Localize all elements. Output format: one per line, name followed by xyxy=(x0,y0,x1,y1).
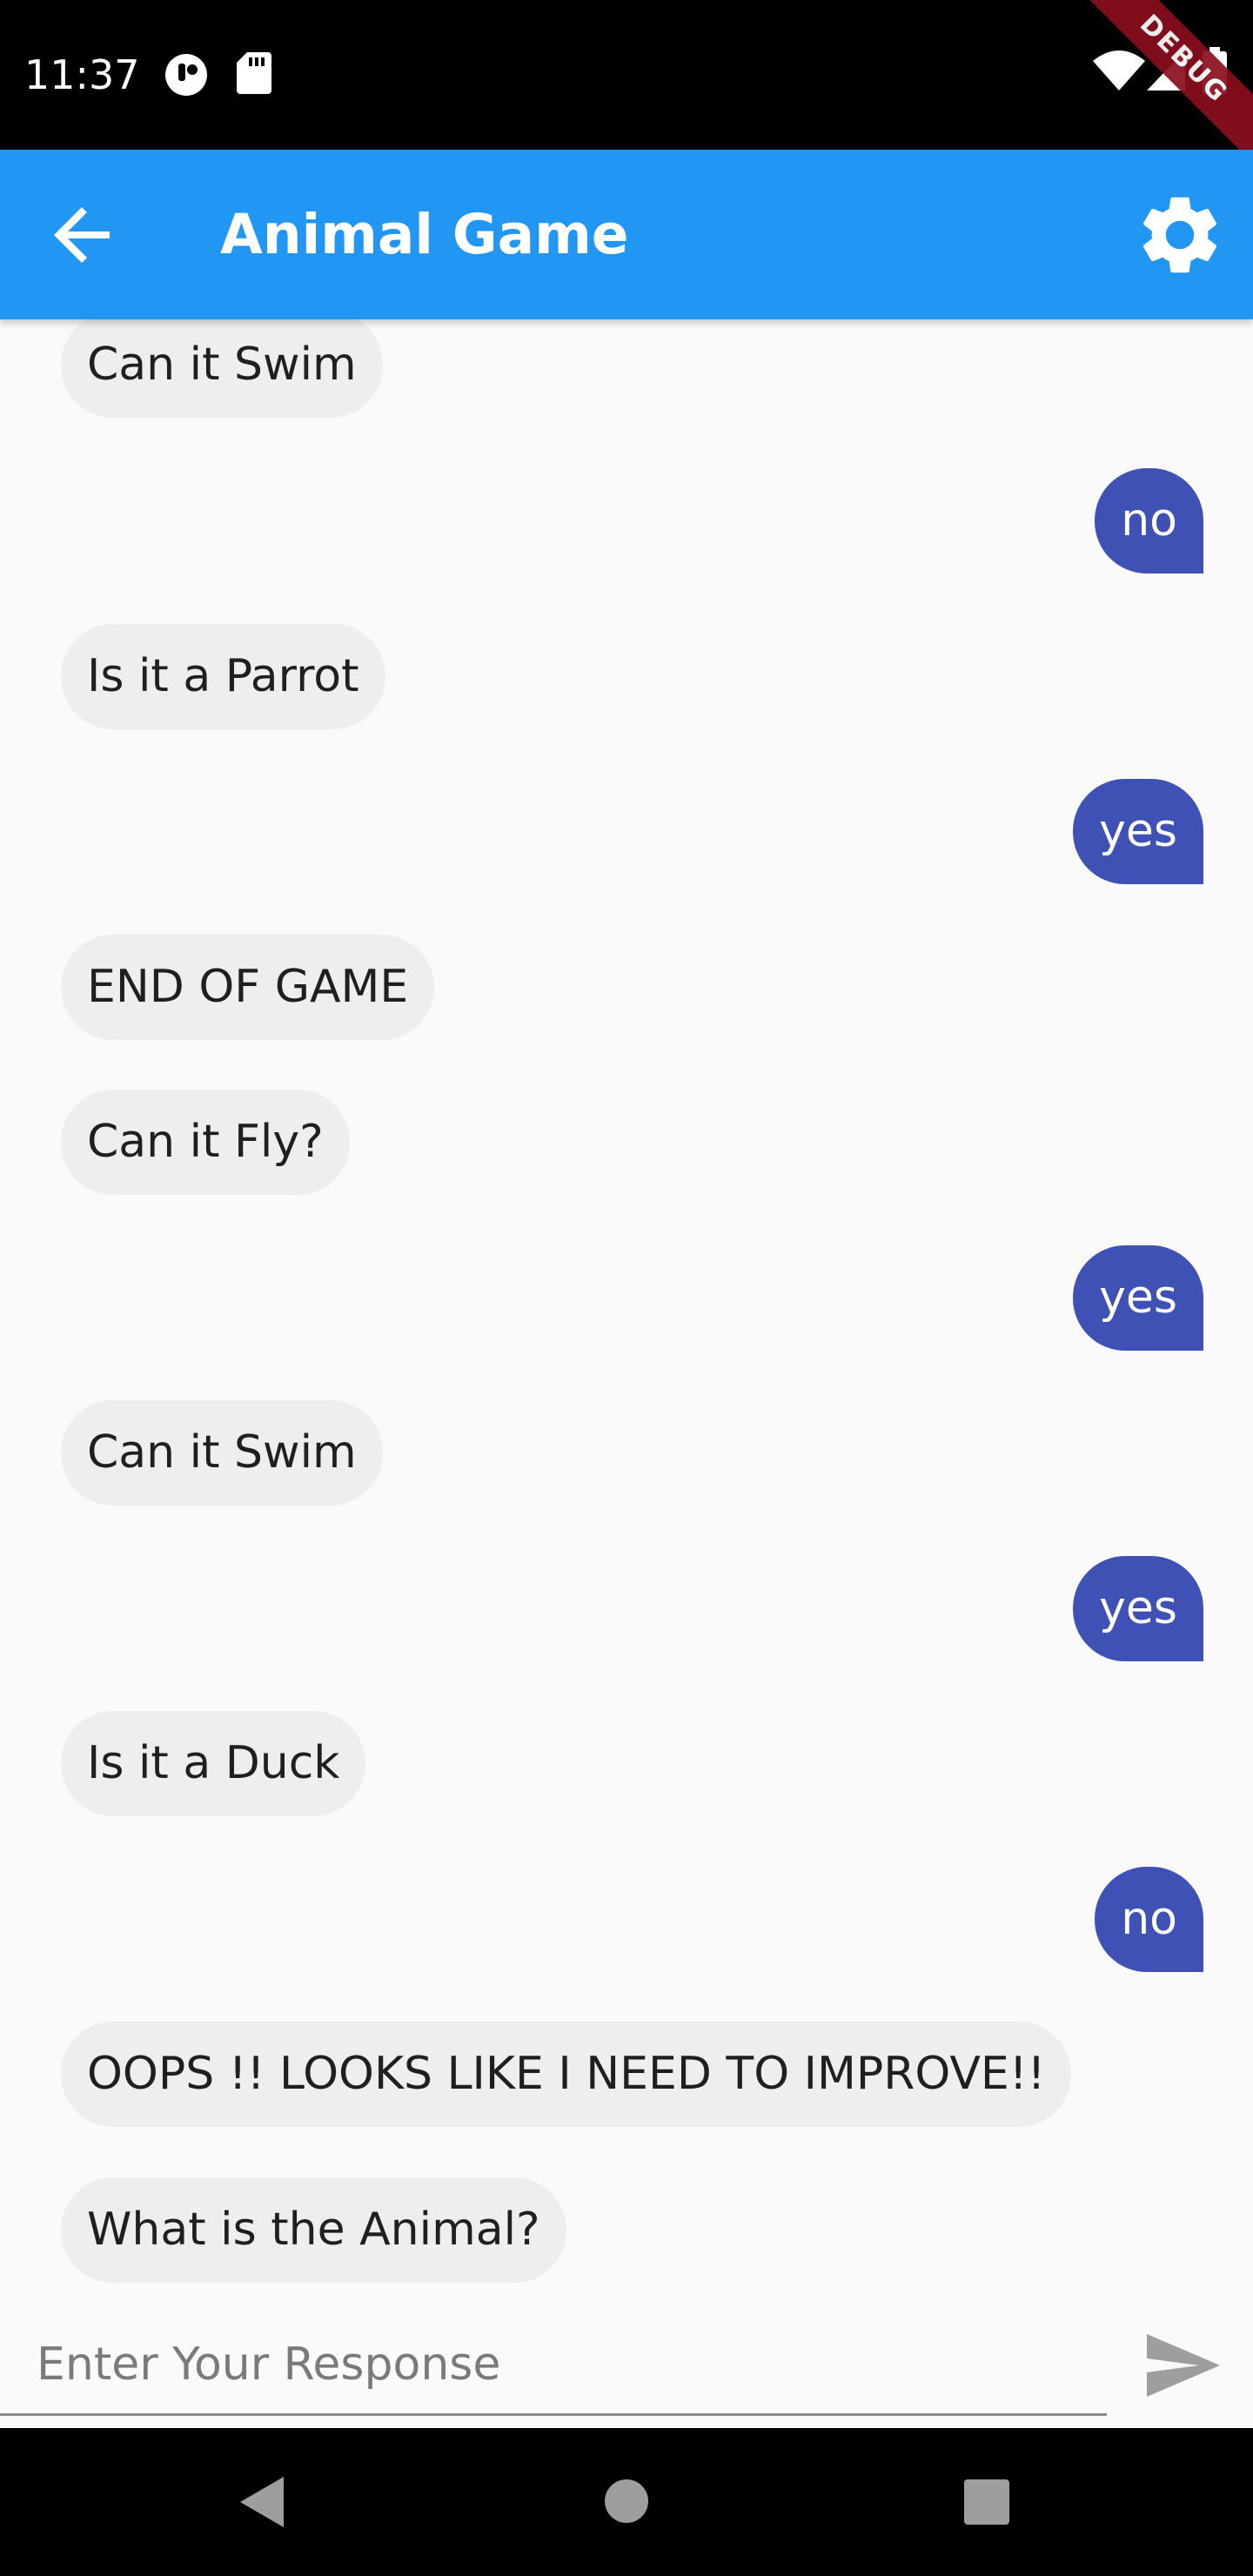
bot-message: Is it a Duck xyxy=(61,1711,366,1816)
chat-list[interactable]: Can it Swim no Is it a Parrot yes END OF… xyxy=(0,319,1253,2289)
bot-message: Can it Swim xyxy=(61,1400,383,1506)
page-title: Animal Game xyxy=(220,203,629,266)
gear-icon[interactable] xyxy=(1133,188,1227,282)
user-message: yes xyxy=(1073,779,1203,884)
nav-home-icon[interactable] xyxy=(604,2479,649,2524)
notification-app-icon xyxy=(165,54,207,96)
bot-message: Can it Fly? xyxy=(61,1090,350,1195)
nav-back-icon[interactable] xyxy=(235,2472,289,2532)
composer xyxy=(0,2289,1253,2428)
status-bar: 11:37 DEBUG xyxy=(0,0,1253,169)
system-nav-bar xyxy=(0,2428,1253,2576)
response-input[interactable] xyxy=(0,2315,1107,2416)
bot-message: END OF GAME xyxy=(61,935,435,1040)
bot-message: Can it Swim xyxy=(61,319,383,418)
back-arrow-icon[interactable] xyxy=(35,188,129,282)
bot-message: OOPS !! LOOKS LIKE I NEED TO IMPROVE!! xyxy=(61,2022,1072,2127)
user-message: yes xyxy=(1073,1245,1203,1351)
status-time: 11:37 xyxy=(24,51,140,98)
user-message: yes xyxy=(1073,1556,1203,1661)
bot-message: Is it a Parrot xyxy=(61,624,385,729)
user-message: no xyxy=(1095,468,1203,574)
wifi-icon xyxy=(1093,50,1145,91)
user-message: no xyxy=(1095,1867,1203,1972)
app-bar: Animal Game xyxy=(0,150,1253,319)
send-icon[interactable] xyxy=(1140,2324,1223,2407)
screen: 11:37 DEBUG Animal Game Can it Swim no I… xyxy=(0,0,1253,2576)
bot-message: What is the Animal? xyxy=(61,2177,566,2283)
sd-card-icon xyxy=(237,52,271,94)
nav-recents-icon[interactable] xyxy=(964,2479,1009,2525)
